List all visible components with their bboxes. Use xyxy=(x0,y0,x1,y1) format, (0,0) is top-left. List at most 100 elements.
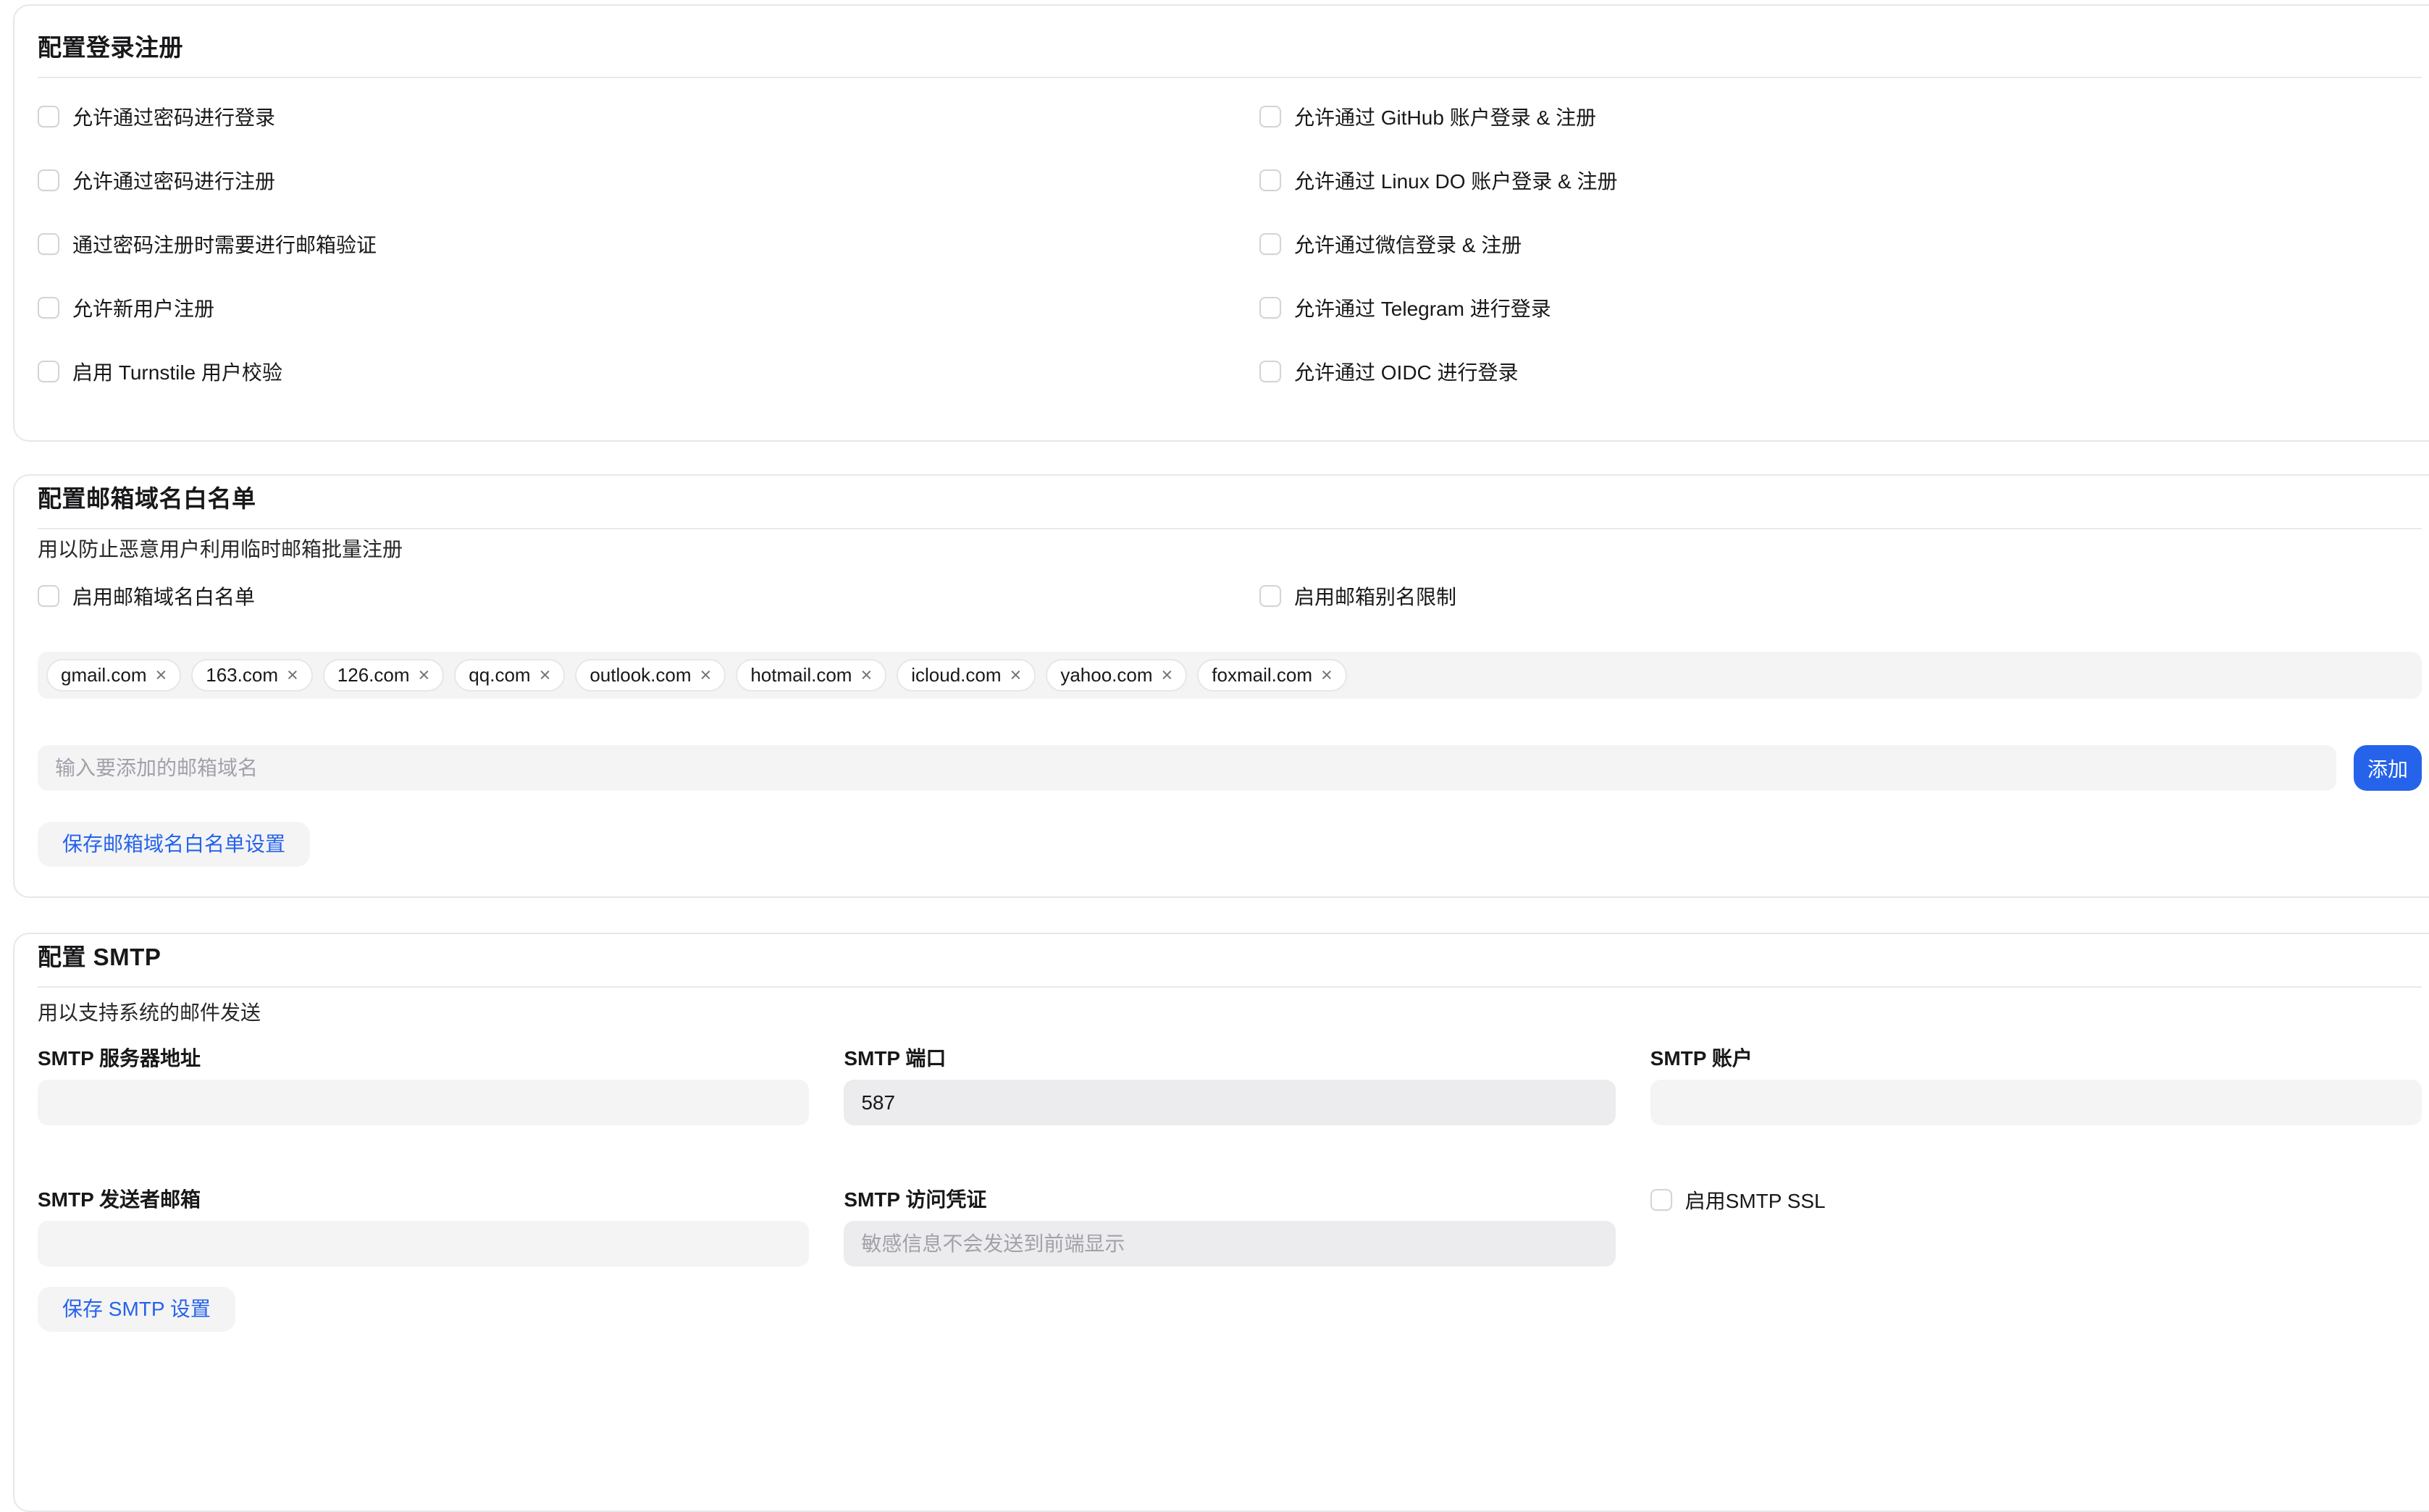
domain-tag-label: yahoo.com xyxy=(1060,664,1152,686)
remove-tag-icon[interactable]: × xyxy=(860,665,872,685)
section-title: 配置邮箱域名白名单 xyxy=(38,483,2422,515)
checkbox-label: 允许通过 Linux DO 账户登录 & 注册 xyxy=(1294,166,1618,195)
divider xyxy=(38,528,2422,529)
section-description: 用以防止恶意用户利用临时邮箱批量注册 xyxy=(38,539,2422,560)
remove-tag-icon[interactable]: × xyxy=(1162,665,1173,685)
remove-tag-icon[interactable]: × xyxy=(155,665,167,685)
divider xyxy=(38,986,2422,988)
page-title: 配置登录注册 xyxy=(38,32,2422,64)
smtp-server-field: SMTP 服务器地址 xyxy=(38,1048,809,1125)
checkbox-label: 启用邮箱域名白名单 xyxy=(72,581,255,610)
remove-tag-icon[interactable]: × xyxy=(700,665,712,685)
smtp-ssl-cell: 启用SMTP SSL xyxy=(1650,1189,2422,1267)
checkbox-label: 启用邮箱别名限制 xyxy=(1294,581,1456,610)
checkbox-box[interactable] xyxy=(38,585,59,607)
field-label: SMTP 端口 xyxy=(844,1048,1615,1070)
field-label: SMTP 账户 xyxy=(1650,1048,2422,1070)
remove-tag-icon[interactable]: × xyxy=(1321,665,1333,685)
domain-tag: icloud.com × xyxy=(897,659,1036,692)
divider xyxy=(38,77,2422,78)
checkbox-box[interactable] xyxy=(38,361,59,382)
checkbox-box[interactable] xyxy=(1650,1189,1672,1211)
domain-tag-label: hotmail.com xyxy=(750,664,852,686)
section-description: 用以支持系统的邮件发送 xyxy=(38,1003,2422,1023)
checkbox-enable-smtp-ssl[interactable]: 启用SMTP SSL xyxy=(1650,1189,2422,1211)
login-settings-card: 配置登录注册 允许通过密码进行登录 允许通过密码进行注册 通过密码注册时需要进行… xyxy=(13,4,2429,442)
checkbox-item[interactable]: 允许新用户注册 xyxy=(38,297,1259,319)
checkbox-enable-email-alias-limit[interactable]: 启用邮箱别名限制 xyxy=(1259,585,2429,607)
checkbox-box[interactable] xyxy=(1259,297,1281,319)
add-domain-button[interactable]: 添加 xyxy=(2354,745,2422,791)
domain-tag-label: 163.com xyxy=(206,664,278,686)
domain-tag-label: gmail.com xyxy=(61,664,146,686)
checkbox-box[interactable] xyxy=(1259,106,1281,127)
field-label: SMTP 访问凭证 xyxy=(844,1189,1615,1211)
smtp-account-field: SMTP 账户 xyxy=(1650,1048,2422,1125)
checkbox-item[interactable]: 允许通过 GitHub 账户登录 & 注册 xyxy=(1259,106,1618,127)
checkbox-label: 允许通过密码进行登录 xyxy=(72,102,275,131)
smtp-account-input[interactable] xyxy=(1650,1080,2422,1125)
smtp-port-input[interactable] xyxy=(844,1080,1615,1125)
smtp-credential-field: SMTP 访问凭证 xyxy=(844,1189,1615,1267)
checkbox-label: 通过密码注册时需要进行邮箱验证 xyxy=(72,230,377,259)
domain-tag-label: foxmail.com xyxy=(1212,664,1312,686)
section-title: 配置 SMTP xyxy=(38,941,2422,973)
checkbox-item[interactable]: 允许通过密码进行登录 xyxy=(38,106,1259,127)
smtp-sender-input[interactable] xyxy=(38,1221,809,1267)
domain-tag: outlook.com × xyxy=(575,659,726,692)
checkbox-label: 允许通过密码进行注册 xyxy=(72,166,275,195)
checkbox-label: 允许新用户注册 xyxy=(72,293,214,322)
smtp-port-field: SMTP 端口 xyxy=(844,1048,1615,1125)
domain-tag: gmail.com × xyxy=(46,659,181,692)
login-checkbox-column-right: 允许通过 GitHub 账户登录 & 注册 允许通过 Linux DO 账户登录… xyxy=(1259,106,1618,382)
remove-tag-icon[interactable]: × xyxy=(1010,665,1022,685)
email-whitelist-card: 配置邮箱域名白名单 用以防止恶意用户利用临时邮箱批量注册 启用邮箱域名白名单 启… xyxy=(13,474,2429,898)
save-smtp-button[interactable]: 保存 SMTP 设置 xyxy=(38,1287,235,1332)
domain-tag-list: gmail.com × 163.com × 126.com × qq.com ×… xyxy=(38,652,2422,699)
domain-tag-label: 126.com xyxy=(337,664,410,686)
remove-tag-icon[interactable]: × xyxy=(540,665,551,685)
checkbox-box[interactable] xyxy=(38,233,59,255)
checkbox-item[interactable]: 启用 Turnstile 用户校验 xyxy=(38,361,1259,382)
domain-tag-label: outlook.com xyxy=(590,664,691,686)
domain-tag: foxmail.com × xyxy=(1197,659,1346,692)
login-checkbox-column-left: 允许通过密码进行登录 允许通过密码进行注册 通过密码注册时需要进行邮箱验证 允许… xyxy=(38,106,1259,382)
checkbox-enable-email-whitelist[interactable]: 启用邮箱域名白名单 xyxy=(38,585,1259,607)
field-label: SMTP 服务器地址 xyxy=(38,1048,809,1070)
domain-tag: qq.com × xyxy=(454,659,565,692)
domain-tag: yahoo.com × xyxy=(1046,659,1187,692)
smtp-server-input[interactable] xyxy=(38,1080,809,1125)
checkbox-label: 允许通过 Telegram 进行登录 xyxy=(1294,293,1551,322)
field-label: SMTP 发送者邮箱 xyxy=(38,1189,809,1211)
save-email-whitelist-button[interactable]: 保存邮箱域名白名单设置 xyxy=(38,822,310,867)
checkbox-item[interactable]: 允许通过密码进行注册 xyxy=(38,169,1259,191)
checkbox-item[interactable]: 允许通过微信登录 & 注册 xyxy=(1259,233,1618,255)
checkbox-label: 启用SMTP SSL xyxy=(1685,1185,1826,1214)
checkbox-label: 允许通过 OIDC 进行登录 xyxy=(1294,357,1519,386)
checkbox-item[interactable]: 允许通过 OIDC 进行登录 xyxy=(1259,361,1618,382)
smtp-sender-field: SMTP 发送者邮箱 xyxy=(38,1189,809,1267)
domain-tag-label: icloud.com xyxy=(911,664,1001,686)
checkbox-label: 启用 Turnstile 用户校验 xyxy=(72,357,282,386)
domain-tag: hotmail.com × xyxy=(736,659,886,692)
smtp-settings-card: 配置 SMTP 用以支持系统的邮件发送 SMTP 服务器地址 SMTP 端口 S… xyxy=(13,933,2429,1512)
checkbox-box[interactable] xyxy=(1259,169,1281,191)
checkbox-item[interactable]: 通过密码注册时需要进行邮箱验证 xyxy=(38,233,1259,255)
checkbox-box[interactable] xyxy=(38,169,59,191)
remove-tag-icon[interactable]: × xyxy=(287,665,298,685)
smtp-credential-input[interactable] xyxy=(844,1221,1615,1267)
checkbox-box[interactable] xyxy=(1259,585,1281,607)
domain-tag-label: qq.com xyxy=(469,664,530,686)
checkbox-box[interactable] xyxy=(38,106,59,127)
checkbox-label: 允许通过 GitHub 账户登录 & 注册 xyxy=(1294,102,1596,131)
domain-tag: 163.com × xyxy=(191,659,313,692)
checkbox-label: 允许通过微信登录 & 注册 xyxy=(1294,230,1522,259)
checkbox-item[interactable]: 允许通过 Linux DO 账户登录 & 注册 xyxy=(1259,169,1618,191)
checkbox-box[interactable] xyxy=(1259,233,1281,255)
remove-tag-icon[interactable]: × xyxy=(419,665,430,685)
domain-tag: 126.com × xyxy=(323,659,445,692)
checkbox-box[interactable] xyxy=(1259,361,1281,382)
checkbox-box[interactable] xyxy=(38,297,59,319)
email-domain-input[interactable] xyxy=(38,745,2336,791)
checkbox-item[interactable]: 允许通过 Telegram 进行登录 xyxy=(1259,297,1618,319)
